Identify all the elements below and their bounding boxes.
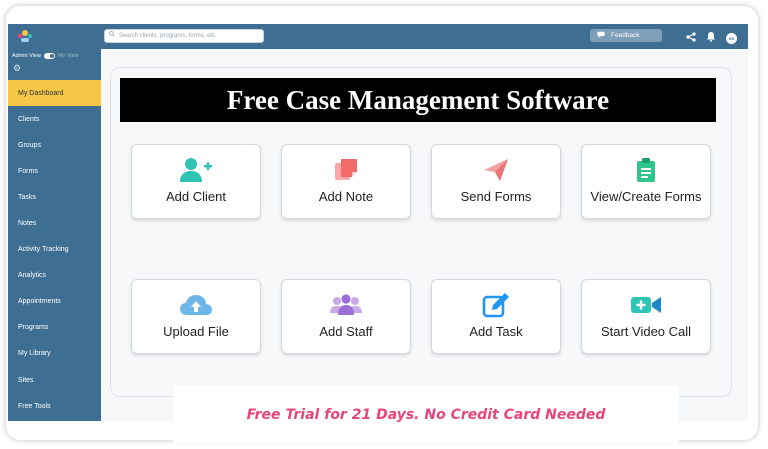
send-forms-button[interactable]: Send Forms — [431, 144, 561, 219]
avatar[interactable]: SS — [726, 32, 737, 44]
sidebar-item-my-dashboard[interactable]: My Dashboard — [8, 80, 101, 107]
sidebar-item-label: Clients — [18, 115, 40, 123]
add-client-button[interactable]: Add Client — [131, 144, 261, 219]
sidebar-item-label: Programs — [18, 324, 49, 332]
action-label: Add Note — [318, 189, 374, 204]
sidebar-item-sites[interactable]: Sites — [8, 367, 101, 393]
chat-icon — [597, 31, 605, 40]
sidebar-nav: My Dashboard Clients Groups Forms Tasks … — [8, 80, 101, 419]
staff-group-icon — [329, 292, 363, 318]
paper-plane-icon — [482, 157, 510, 183]
top-bar: Search clients, programs, forms, etc. Fe… — [8, 24, 748, 49]
view-create-forms-button[interactable]: View/Create Forms — [581, 144, 711, 219]
add-note-button[interactable]: Add Note — [281, 144, 411, 219]
sidebar-item-label: My Library — [18, 350, 51, 358]
add-user-icon — [179, 157, 213, 183]
clipboard-icon — [635, 157, 657, 183]
sidebar-item-appointments[interactable]: Appointments — [8, 289, 101, 315]
cloud-upload-icon — [179, 292, 213, 318]
sidebar-item-programs[interactable]: Programs — [8, 315, 101, 341]
sidebar-item-label: Tasks — [18, 193, 36, 201]
sidebar-item-label: Notes — [18, 220, 37, 228]
sidebar-item-label: My Dashboard — [18, 89, 64, 97]
admin-view-label: Admin View — [12, 53, 41, 59]
view-toggle[interactable]: Admin View My View — [12, 53, 79, 59]
action-label: Send Forms — [460, 189, 532, 204]
sidebar-item-label: Activity Tracking — [18, 246, 69, 254]
sidebar-item-clients[interactable]: Clients — [8, 106, 101, 132]
page-title-banner: Free Case Management Software — [120, 78, 716, 122]
sidebar-item-label: Appointments — [18, 298, 61, 306]
sidebar-item-free-tools[interactable]: Free Tools — [8, 393, 101, 419]
action-label: Start Video Call — [600, 324, 692, 339]
sidebar-item-my-library[interactable]: My Library — [8, 341, 101, 367]
bell-icon[interactable] — [706, 29, 716, 47]
avatar-initials: SS — [728, 35, 735, 41]
sidebar-item-label: Forms — [18, 167, 38, 175]
action-label: Add Staff — [319, 324, 373, 339]
action-label: Upload File — [163, 324, 229, 339]
sidebar-item-tasks[interactable]: Tasks — [8, 184, 101, 210]
view-toggle-switch[interactable] — [43, 53, 55, 59]
page-title: Free Case Management Software — [226, 84, 610, 115]
sidebar-item-analytics[interactable]: Analytics — [8, 263, 101, 289]
app-logo — [16, 28, 34, 44]
sidebar-item-label: Analytics — [18, 272, 47, 280]
action-label: Add Client — [166, 189, 226, 204]
action-label: Add Task — [469, 324, 523, 339]
feedback-label: Feedback — [611, 32, 640, 39]
gear-icon[interactable]: ⚙ — [13, 63, 21, 74]
start-video-call-button[interactable]: Start Video Call — [581, 279, 711, 354]
sidebar-item-label: Groups — [18, 141, 41, 149]
sidebar-item-activity-tracking[interactable]: Activity Tracking — [8, 237, 101, 263]
add-staff-button[interactable]: Add Staff — [281, 279, 411, 354]
note-icon — [333, 157, 359, 183]
add-task-button[interactable]: Add Task — [431, 279, 561, 354]
sidebar-item-label: Sites — [18, 376, 34, 384]
search-placeholder: Search clients, programs, forms, etc. — [119, 33, 217, 39]
my-view-label: My View — [57, 53, 79, 59]
sidebar-item-forms[interactable]: Forms — [8, 158, 101, 184]
promo-text: Free Trial for 21 Days. No Credit Card N… — [246, 406, 606, 423]
sidebar-item-label: Free Tools — [18, 402, 51, 410]
search-icon — [109, 30, 115, 42]
video-call-icon — [630, 292, 662, 318]
sidebar-item-groups[interactable]: Groups — [8, 132, 101, 158]
share-icon[interactable] — [686, 29, 696, 47]
action-label: View/Create Forms — [590, 189, 702, 204]
promo-banner: Free Trial for 21 Days. No Credit Card N… — [173, 386, 679, 443]
feedback-button[interactable]: Feedback — [590, 29, 662, 42]
search-input[interactable]: Search clients, programs, forms, etc. — [104, 29, 264, 43]
sidebar: Admin View My View ⚙ My Dashboard Client… — [8, 49, 101, 421]
edit-task-icon — [482, 292, 510, 318]
upload-file-button[interactable]: Upload File — [131, 279, 261, 354]
sidebar-item-notes[interactable]: Notes — [8, 210, 101, 236]
